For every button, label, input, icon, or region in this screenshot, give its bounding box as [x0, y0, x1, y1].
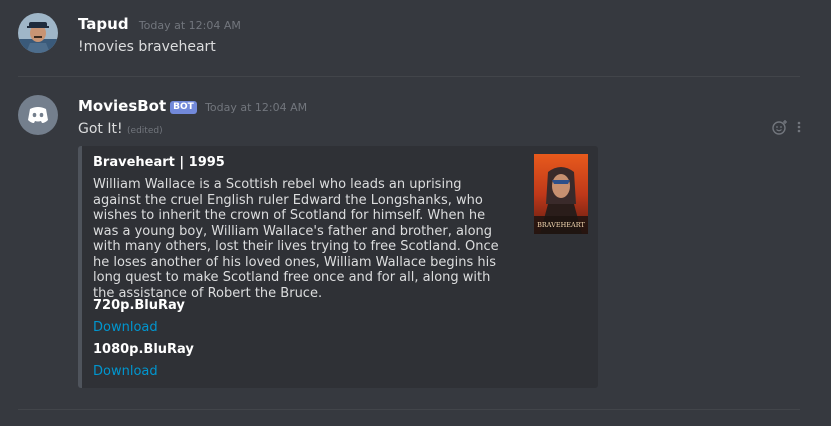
bot-avatar[interactable] [18, 95, 58, 135]
download-link-720p[interactable]: Download [93, 320, 158, 335]
more-options-icon[interactable] [796, 119, 802, 138]
message-timestamp: Today at 12:04 AM [205, 101, 308, 114]
embed-title: Braveheart | 1995 [93, 155, 225, 170]
movie-poster-thumbnail[interactable]: BRAVEHEART [534, 154, 588, 234]
field-name-720p: 720p.BluRay [93, 298, 185, 313]
bot-tag: BOT [170, 101, 197, 114]
message-text: Got It! (edited) [78, 120, 163, 140]
edited-label: (edited) [127, 126, 163, 136]
poster-caption: BRAVEHEART [537, 221, 585, 229]
download-link-1080p[interactable]: Download [93, 364, 158, 379]
movie-embed: Braveheart | 1995 William Wallace is a S… [78, 146, 598, 388]
username[interactable]: MoviesBot BOT Today at 12:04 AM [78, 97, 307, 117]
field-name-1080p: 1080p.BluRay [93, 342, 194, 357]
message-body: Got It! [78, 121, 123, 137]
chat-area: Tapud Today at 12:04 AM !movies bravehea… [0, 0, 831, 426]
username-text[interactable]: MoviesBot [78, 97, 166, 115]
message-moviesbot: MoviesBot BOT Today at 12:04 AM Got It! (… [0, 0, 831, 426]
message-divider [18, 409, 800, 410]
embed-description: William Wallace is a Scottish rebel who … [93, 177, 499, 301]
add-reaction-icon[interactable] [772, 119, 788, 138]
